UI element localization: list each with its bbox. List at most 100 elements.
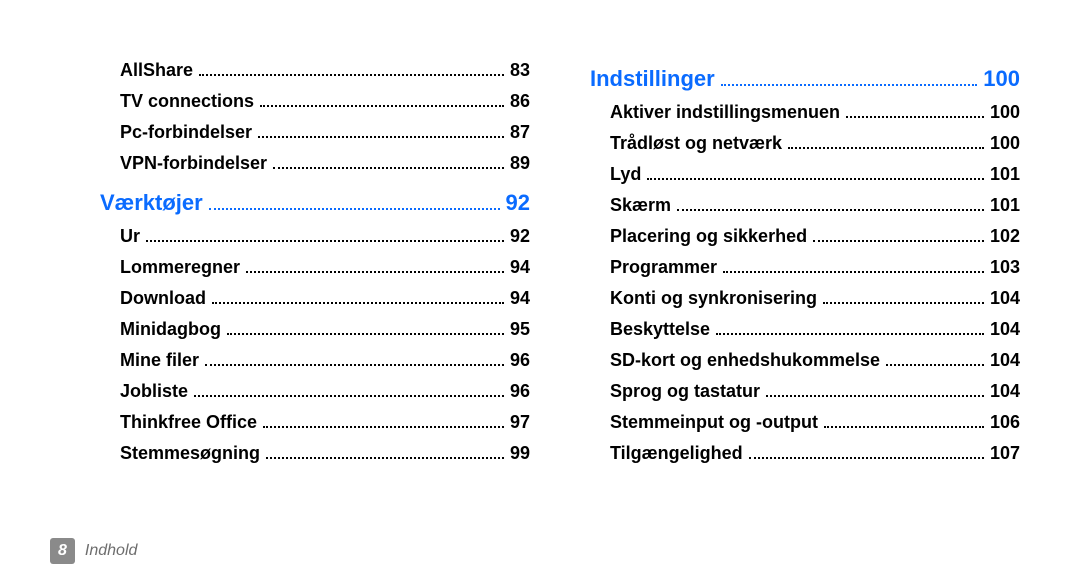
toc-item-label: Lommeregner — [120, 257, 240, 278]
toc-item-page: 95 — [510, 319, 530, 340]
toc-item-page: 83 — [510, 60, 530, 81]
toc-item[interactable]: Thinkfree Office 97 — [120, 412, 530, 433]
toc-column-1: Indstillinger 100 Aktiver indstillingsme… — [590, 50, 1020, 474]
leader-dots — [209, 208, 500, 210]
orphan-group: AllShare 83 TV connections 86 Pc-forbind… — [100, 60, 530, 174]
toc-item-page: 102 — [990, 226, 1020, 247]
toc-item[interactable]: SD-kort og enhedshukommelse 104 — [610, 350, 1020, 371]
toc-item[interactable]: Stemmeinput og -output 106 — [610, 412, 1020, 433]
leader-dots — [723, 271, 984, 273]
leader-dots — [813, 240, 984, 242]
toc-item[interactable]: Trådløst og netværk 100 — [610, 133, 1020, 154]
toc-item[interactable]: Beskyttelse 104 — [610, 319, 1020, 340]
toc-section-items: Ur92 Lommeregner 94 Download 94 Minidagbog… — [100, 226, 530, 464]
leader-dots — [716, 333, 984, 335]
toc-item-label: Mine filer — [120, 350, 199, 371]
toc-item-page: 106 — [990, 412, 1020, 433]
toc-item-label: Thinkfree Office — [120, 412, 257, 433]
leader-dots — [212, 302, 504, 304]
toc-section-title: Værktøjer — [100, 190, 203, 216]
toc-item-page: 104 — [990, 319, 1020, 340]
toc-item-page: 94 — [510, 257, 530, 278]
leader-dots — [258, 136, 504, 138]
toc-item-label: Ur — [120, 226, 140, 247]
toc-item-page: 100 — [990, 133, 1020, 154]
toc-item-page: 94 — [510, 288, 530, 309]
leader-dots — [749, 457, 984, 459]
toc-section-heading[interactable]: Værktøjer 92 — [100, 190, 530, 216]
toc-item[interactable]: VPN-forbindelser 89 — [120, 153, 530, 174]
toc-item[interactable]: Minidagbog 95 — [120, 319, 530, 340]
page: AllShare 83 TV connections 86 Pc-forbind… — [0, 0, 1080, 586]
leader-dots — [246, 271, 504, 273]
toc-item-page: 101 — [990, 164, 1020, 185]
leader-dots — [846, 116, 984, 118]
toc-item-label: Lyd — [610, 164, 641, 185]
toc-item-label: Stemmeinput og -output — [610, 412, 818, 433]
toc-item[interactable]: Jobliste96 — [120, 381, 530, 402]
toc-item-label: Tilgængelighed — [610, 443, 743, 464]
toc-item[interactable]: Pc-forbindelser 87 — [120, 122, 530, 143]
leader-dots — [824, 426, 984, 428]
toc-item-label: AllShare — [120, 60, 193, 81]
toc-item-page: 107 — [990, 443, 1020, 464]
toc-item-label: Jobliste — [120, 381, 188, 402]
toc-item-page: 104 — [990, 350, 1020, 371]
toc-item[interactable]: AllShare 83 — [120, 60, 530, 81]
toc-section-items: Aktiver indstillingsmenuen 100 Trådløst o… — [590, 102, 1020, 464]
columns: AllShare 83 TV connections 86 Pc-forbind… — [100, 50, 1020, 474]
toc-item[interactable]: Sprog og tastatur104 — [610, 381, 1020, 402]
toc-item[interactable]: Placering og sikkerhed102 — [610, 226, 1020, 247]
toc-item-label: Aktiver indstillingsmenuen — [610, 102, 840, 123]
toc-item-page: 87 — [510, 122, 530, 143]
toc-item-page: 97 — [510, 412, 530, 433]
toc-item-page: 101 — [990, 195, 1020, 216]
leader-dots — [886, 364, 984, 366]
toc-item-label: Trådløst og netværk — [610, 133, 782, 154]
toc-item[interactable]: TV connections 86 — [120, 91, 530, 112]
leader-dots — [273, 167, 504, 169]
toc-item-page: 96 — [510, 350, 530, 371]
toc-item[interactable]: Stemmesøgning99 — [120, 443, 530, 464]
page-number-badge: 8 — [50, 538, 75, 564]
toc-item-label: Minidagbog — [120, 319, 221, 340]
toc-item[interactable]: Tilgængelighed 107 — [610, 443, 1020, 464]
toc-item[interactable]: Mine filer 96 — [120, 350, 530, 371]
toc-item-page: 100 — [990, 102, 1020, 123]
toc-item[interactable]: Programmer 103 — [610, 257, 1020, 278]
toc-item[interactable]: Download 94 — [120, 288, 530, 309]
toc-section-heading[interactable]: Indstillinger 100 — [590, 66, 1020, 92]
toc-item-label: SD-kort og enhedshukommelse — [610, 350, 880, 371]
toc-item-label: Pc-forbindelser — [120, 122, 252, 143]
toc-item-page: 103 — [990, 257, 1020, 278]
toc-section-page: 100 — [983, 66, 1020, 92]
leader-dots — [788, 147, 984, 149]
toc-item-page: 99 — [510, 443, 530, 464]
toc-item[interactable]: Lyd 101 — [610, 164, 1020, 185]
toc-item[interactable]: Konti og synkronisering104 — [610, 288, 1020, 309]
leader-dots — [266, 457, 504, 459]
toc-item-label: Beskyttelse — [610, 319, 710, 340]
toc-column-0: AllShare 83 TV connections 86 Pc-forbind… — [100, 50, 530, 474]
toc-item-label: Download — [120, 288, 206, 309]
leader-dots — [194, 395, 504, 397]
toc-item-page: 86 — [510, 91, 530, 112]
toc-section-title: Indstillinger — [590, 66, 715, 92]
toc-item-label: Skærm — [610, 195, 671, 216]
leader-dots — [766, 395, 984, 397]
toc-item-page: 89 — [510, 153, 530, 174]
leader-dots — [205, 364, 504, 366]
leader-dots — [146, 240, 504, 242]
toc-item-label: VPN-forbindelser — [120, 153, 267, 174]
toc-item[interactable]: Ur92 — [120, 226, 530, 247]
toc-section-page: 92 — [506, 190, 530, 216]
toc-item[interactable]: Skærm 101 — [610, 195, 1020, 216]
toc-item[interactable]: Lommeregner 94 — [120, 257, 530, 278]
toc-item-label: Sprog og tastatur — [610, 381, 760, 402]
toc-item[interactable]: Aktiver indstillingsmenuen 100 — [610, 102, 1020, 123]
toc-item-label: Programmer — [610, 257, 717, 278]
leader-dots — [199, 74, 504, 76]
leader-dots — [647, 178, 984, 180]
leader-dots — [227, 333, 504, 335]
toc-item-label: Konti og synkronisering — [610, 288, 817, 309]
